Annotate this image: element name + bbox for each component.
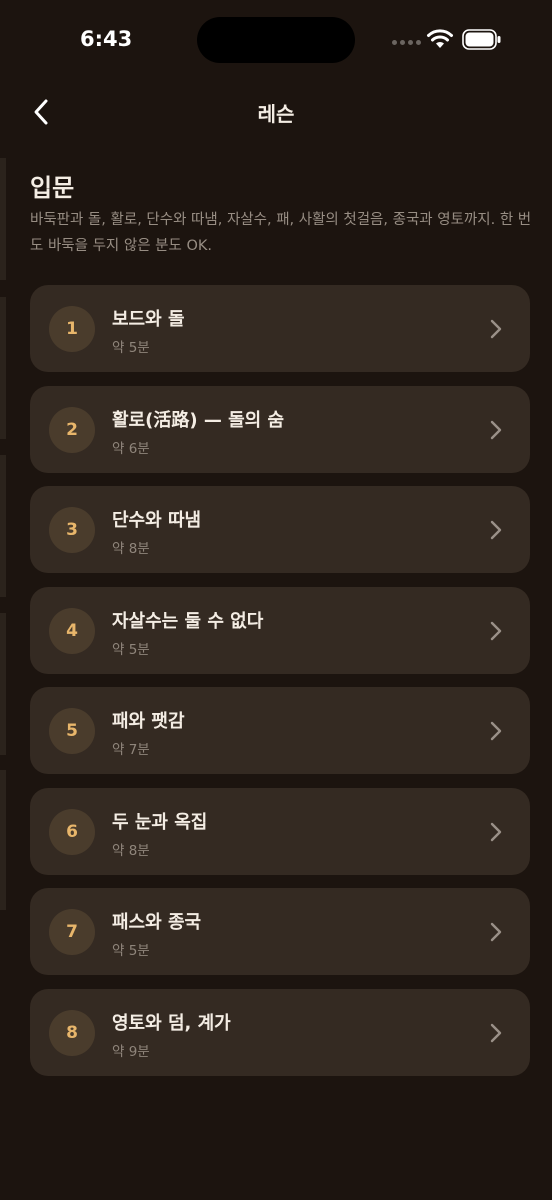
lesson-duration: 약 8분 — [112, 541, 150, 557]
status-bar: 6:43 — [0, 0, 552, 80]
lesson-duration: 약 8분 — [112, 842, 150, 859]
chevron-right-icon — [490, 1023, 502, 1042]
lesson-number-badge: 3 — [49, 507, 95, 553]
lessons-screen: 6:43 레슨 입문 바둑판과 돌, 활로, 단수와 따냄, 자살수, 패, 사… — [0, 0, 552, 1200]
lesson-number-badge: 2 — [49, 406, 95, 453]
lesson-title: 패와 팻감 — [112, 711, 185, 732]
lesson-title: 두 눈과 옥집 — [112, 811, 208, 833]
lesson-item[interactable]: 8 영토와 덤, 계가 약 9분 — [30, 988, 530, 1076]
previous-screen-edge — [0, 770, 6, 910]
previous-screen-edge — [0, 158, 6, 280]
chevron-right-icon — [490, 621, 502, 640]
lesson-list: 1 보드와 돌 약 5분 2 활로(活路) — 돌의 숨 약 6분 3 단수와 … — [30, 285, 530, 1089]
lesson-duration: 약 9분 — [112, 1043, 150, 1060]
dynamic-island — [197, 17, 355, 63]
previous-screen-edge — [0, 297, 6, 439]
section-description: 바둑판과 돌, 활로, 단수와 따냄, 자살수, 패, 사활의 첫걸음, 종국과… — [30, 212, 532, 254]
lesson-number-badge: 5 — [49, 708, 95, 754]
lesson-title: 활로(活路) — 돌의 숨 — [112, 409, 285, 431]
lesson-item[interactable]: 2 활로(活路) — 돌의 숨 약 6분 — [30, 385, 530, 473]
lesson-title: 패스와 종국 — [112, 912, 202, 933]
lesson-item[interactable]: 4 자살수는 둘 수 없다 약 5분 — [30, 586, 530, 674]
section-title: 입문 — [30, 174, 75, 202]
lesson-item[interactable]: 6 두 눈과 옥집 약 8분 — [30, 787, 530, 875]
lesson-duration: 약 6분 — [112, 440, 150, 457]
lesson-duration: 약 5분 — [112, 943, 150, 959]
previous-screen-edge — [0, 613, 6, 755]
lesson-number-badge: 1 — [49, 306, 95, 352]
chevron-right-icon — [490, 520, 502, 540]
lesson-title: 단수와 따냄 — [112, 510, 202, 531]
chevron-right-icon — [490, 721, 502, 741]
lesson-duration: 약 7분 — [112, 742, 150, 758]
lesson-title: 보드와 돌 — [112, 309, 185, 330]
wifi-icon — [427, 29, 453, 48]
battery-icon — [462, 29, 501, 50]
lesson-item[interactable]: 1 보드와 돌 약 5분 — [30, 285, 530, 372]
page-title: 레슨 — [257, 102, 295, 126]
lesson-title: 영토와 덤, 계가 — [112, 1012, 231, 1034]
lesson-duration: 약 5분 — [112, 641, 150, 658]
chevron-right-icon — [490, 319, 502, 339]
chevron-right-icon — [490, 822, 502, 841]
lesson-number-badge: 6 — [49, 808, 95, 855]
chevron-right-icon — [490, 420, 502, 439]
lesson-title: 자살수는 둘 수 없다 — [112, 610, 264, 632]
status-time: 6:43 — [80, 27, 133, 51]
lesson-item[interactable]: 7 패스와 종국 약 5분 — [30, 888, 530, 975]
cellular-signal-icon — [392, 40, 421, 45]
lesson-item[interactable]: 3 단수와 따냄 약 8분 — [30, 486, 530, 573]
lesson-number-badge: 7 — [49, 909, 95, 955]
lesson-number-badge: 8 — [49, 1009, 95, 1056]
lesson-number-badge: 4 — [49, 607, 95, 654]
chevron-right-icon — [490, 922, 502, 942]
previous-screen-edge — [0, 455, 6, 597]
lesson-duration: 약 5분 — [112, 340, 150, 356]
lesson-item[interactable]: 5 패와 팻감 약 7분 — [30, 687, 530, 774]
